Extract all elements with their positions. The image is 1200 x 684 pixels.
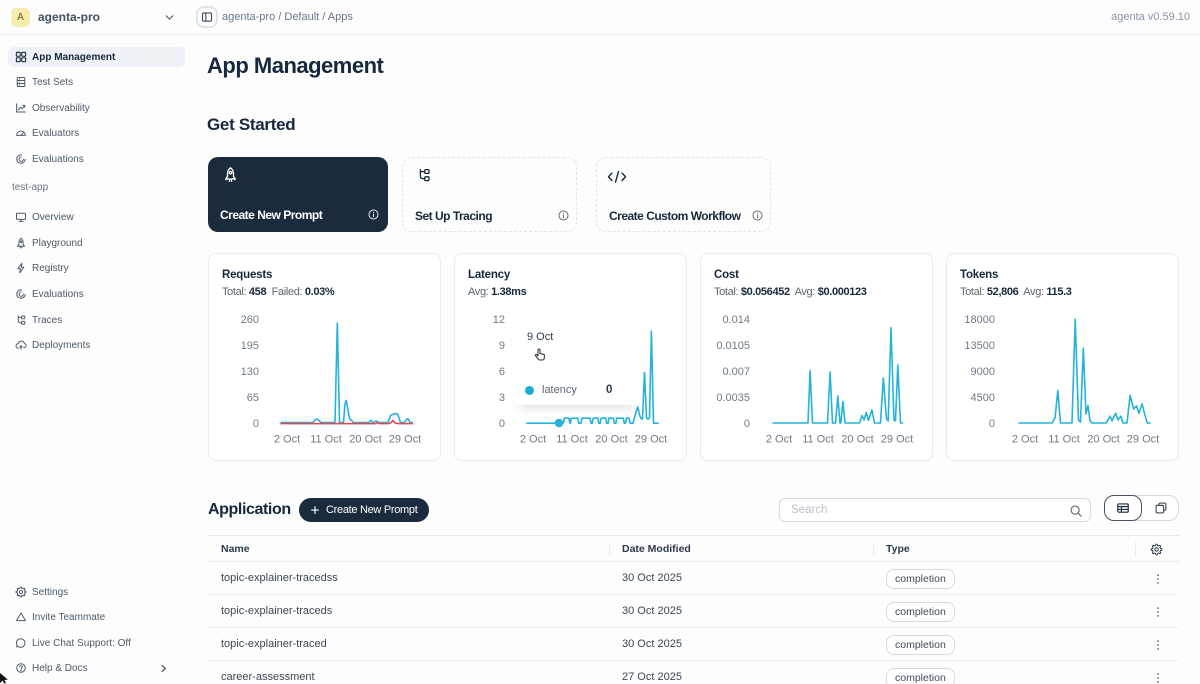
svg-text:195: 195: [241, 340, 259, 352]
svg-text:4500: 4500: [971, 392, 995, 404]
svg-text:3: 3: [499, 392, 505, 404]
svg-text:9: 9: [499, 340, 505, 352]
svg-text:0: 0: [253, 418, 259, 430]
svg-text:6: 6: [499, 366, 505, 378]
svg-text:2 Oct: 2 Oct: [1012, 434, 1038, 446]
svg-text:0.0035: 0.0035: [716, 392, 750, 404]
svg-text:12: 12: [493, 314, 505, 326]
svg-text:2 Oct: 2 Oct: [520, 434, 546, 446]
svg-text:0.0105: 0.0105: [716, 340, 750, 352]
svg-text:9000: 9000: [971, 366, 995, 378]
svg-text:18000: 18000: [964, 314, 995, 326]
svg-text:260: 260: [241, 314, 259, 326]
svg-text:11 Oct: 11 Oct: [802, 434, 834, 446]
svg-text:0.007: 0.007: [722, 366, 750, 378]
svg-text:20 Oct: 20 Oct: [1087, 434, 1119, 446]
svg-text:29 Oct: 29 Oct: [389, 434, 421, 446]
svg-text:13500: 13500: [964, 340, 995, 352]
svg-text:29 Oct: 29 Oct: [1127, 434, 1159, 446]
svg-text:0: 0: [499, 418, 505, 430]
svg-text:11 Oct: 11 Oct: [1048, 434, 1080, 446]
svg-text:0: 0: [744, 418, 750, 430]
svg-text:2 Oct: 2 Oct: [274, 434, 300, 446]
svg-text:29 Oct: 29 Oct: [881, 434, 913, 446]
svg-text:2 Oct: 2 Oct: [766, 434, 792, 446]
svg-text:20 Oct: 20 Oct: [841, 434, 873, 446]
svg-text:20 Oct: 20 Oct: [595, 434, 627, 446]
svg-text:29 Oct: 29 Oct: [635, 434, 667, 446]
svg-text:0.014: 0.014: [722, 314, 750, 326]
svg-text:130: 130: [241, 366, 259, 378]
svg-text:11 Oct: 11 Oct: [310, 434, 342, 446]
svg-text:0: 0: [989, 418, 995, 430]
svg-text:11 Oct: 11 Oct: [556, 434, 588, 446]
svg-text:65: 65: [247, 392, 259, 404]
svg-text:20 Oct: 20 Oct: [349, 434, 381, 446]
